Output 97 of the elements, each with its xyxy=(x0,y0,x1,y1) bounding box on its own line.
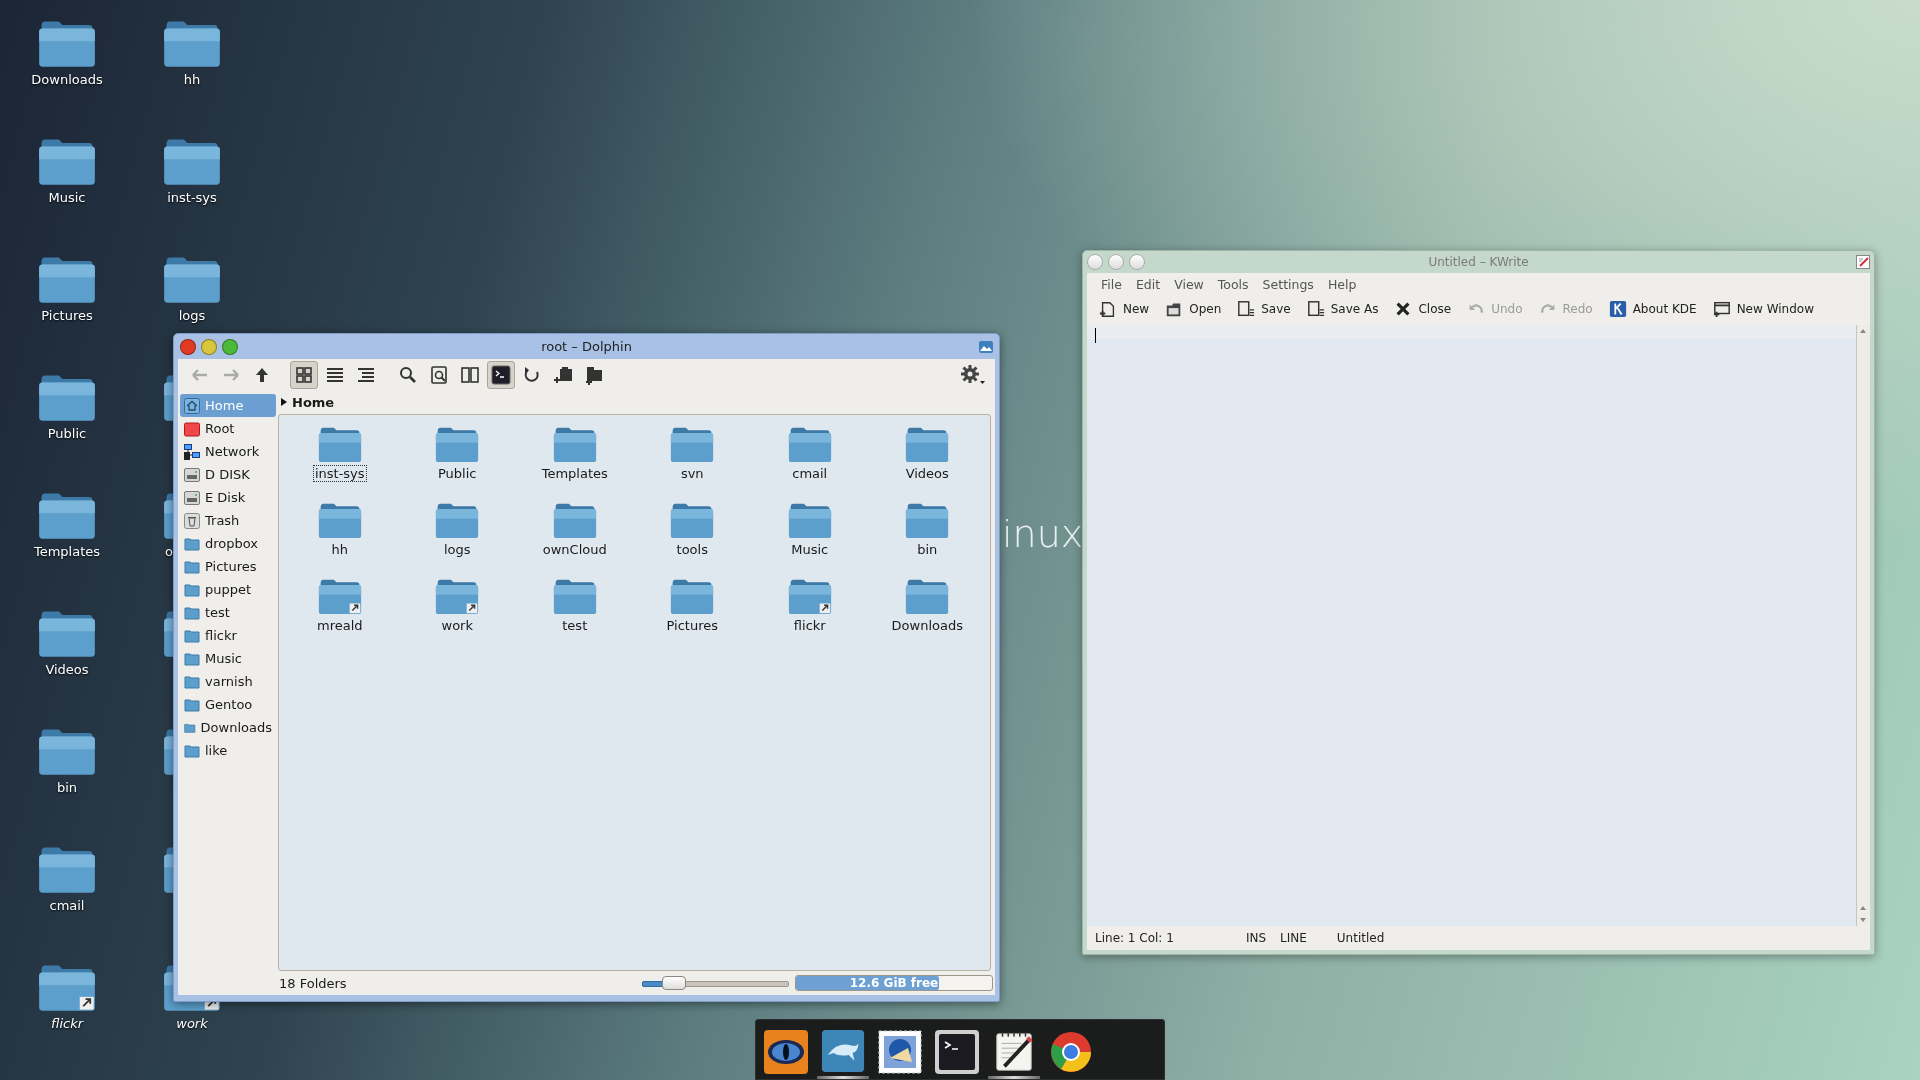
icon-label: Videos xyxy=(45,662,89,677)
icon-label: Music xyxy=(48,190,86,205)
folder-label[interactable]: tools xyxy=(674,541,710,558)
home-icon xyxy=(184,397,200,414)
sidebar-item[interactable]: test xyxy=(180,601,276,624)
sidebar-item[interactable]: Downloads xyxy=(180,716,276,739)
trash-icon xyxy=(184,512,200,529)
folder-label[interactable]: svn xyxy=(678,465,706,482)
icon-label: Templates xyxy=(33,544,101,559)
sidebar-item[interactable]: Pictures xyxy=(180,555,276,578)
icon-label: bin xyxy=(56,780,78,795)
folder-label[interactable]: cmail xyxy=(790,465,830,482)
save-icon xyxy=(1237,300,1256,318)
toolbar-button[interactable]: Save As xyxy=(1306,300,1379,318)
folder-label[interactable]: logs xyxy=(441,541,473,558)
breadcrumb[interactable]: Home xyxy=(292,394,335,410)
sidebar-item[interactable]: flickr xyxy=(180,624,276,647)
toolbar-button[interactable]: About KDE xyxy=(1608,300,1697,318)
folder-label[interactable]: Templates xyxy=(539,465,610,482)
status-text: 18 Folders xyxy=(279,975,347,991)
input-mode: INS xyxy=(1245,931,1266,945)
icon-label: work xyxy=(176,1016,208,1031)
save-as-icon xyxy=(1306,300,1325,318)
expand-arrow-icon[interactable] xyxy=(281,398,287,406)
folder-label[interactable]: Public xyxy=(436,465,479,482)
menu-item[interactable]: Tools xyxy=(1217,276,1249,292)
toolbar-button[interactable]: Save xyxy=(1237,300,1291,318)
sidebar-item[interactable]: Gentoo xyxy=(180,693,276,716)
sidebar-item[interactable]: Music xyxy=(180,647,276,670)
sidebar-item[interactable]: D DISK xyxy=(180,463,276,486)
sidebar-item[interactable]: Network xyxy=(180,440,276,463)
menu-item[interactable]: Help xyxy=(1327,276,1357,292)
sidebar-item[interactable]: dropbox xyxy=(180,532,276,555)
icon-label: Downloads xyxy=(31,72,103,87)
sidebar-item[interactable]: varnish xyxy=(180,670,276,693)
icon-label: flickr xyxy=(51,1016,83,1031)
toolbar-button[interactable]: Close xyxy=(1394,300,1452,318)
menu-item[interactable]: Settings xyxy=(1262,276,1314,292)
eye-icon[interactable] xyxy=(764,1030,808,1074)
maximize-button[interactable] xyxy=(222,338,238,355)
terminal-button[interactable] xyxy=(487,360,515,389)
folder-label[interactable]: work xyxy=(439,617,475,634)
drive-icon xyxy=(184,466,200,483)
menu-item[interactable]: View xyxy=(1174,276,1204,292)
folder-label[interactable]: Downloads xyxy=(889,617,965,634)
toolbar-button[interactable]: New Window xyxy=(1712,300,1814,318)
text-cursor xyxy=(1095,328,1096,343)
toolbar-button[interactable]: Open xyxy=(1165,300,1222,318)
sidebar-item[interactable]: Trash xyxy=(180,509,276,532)
wallpaper-text: inux xyxy=(1002,512,1084,556)
color-ring-icon[interactable] xyxy=(1049,1030,1093,1074)
icon-label: inst-sys xyxy=(167,190,217,205)
window-menu-icon[interactable] xyxy=(979,340,993,353)
folder-label[interactable]: inst-sys xyxy=(312,465,367,482)
kde-icon xyxy=(1608,300,1627,318)
close-button[interactable] xyxy=(180,338,196,355)
view-mode-button[interactable] xyxy=(290,360,318,389)
folder-label[interactable]: Pictures xyxy=(664,617,720,634)
preview-icon xyxy=(428,363,450,386)
terminal-icon xyxy=(491,364,511,385)
folder-label[interactable]: mreald xyxy=(314,617,365,634)
icon-label: o xyxy=(165,544,173,559)
sidebar-item[interactable]: Root xyxy=(180,417,276,440)
folder-label[interactable]: bin xyxy=(915,541,940,558)
folder-label[interactable]: Music xyxy=(789,541,831,558)
icon-label: hh xyxy=(183,72,201,87)
cursor-position: Line: 1 Col: 1 xyxy=(1095,931,1174,945)
folder-label[interactable]: ownCloud xyxy=(540,541,609,558)
zoom-slider[interactable] xyxy=(642,976,789,990)
new-window-icon xyxy=(1712,300,1731,318)
terminal-icon[interactable] xyxy=(935,1030,979,1074)
slider-thumb[interactable] xyxy=(662,976,687,990)
selection-mode: LINE xyxy=(1280,931,1307,945)
new-document-icon xyxy=(1099,300,1117,318)
folder-label[interactable]: Videos xyxy=(903,465,951,482)
icon-label: logs xyxy=(178,308,206,323)
toolbar-button[interactable]: New xyxy=(1099,300,1150,318)
icon-label: Public xyxy=(47,426,87,441)
sidebar-item[interactable]: puppet xyxy=(180,578,276,601)
folder-label[interactable]: hh xyxy=(329,541,350,558)
computers-icon xyxy=(184,443,200,460)
icon-label: cmail xyxy=(49,898,85,913)
stamp-icon[interactable] xyxy=(878,1030,922,1074)
drive-icon xyxy=(184,489,200,506)
menu-item[interactable]: File xyxy=(1101,276,1122,292)
dolphin-icon[interactable] xyxy=(821,1030,865,1073)
window-title: root – Dolphin xyxy=(541,339,632,354)
sidebar-item[interactable]: like xyxy=(180,739,276,762)
icon-label: Pictures xyxy=(41,308,93,323)
settings-icon xyxy=(960,363,986,386)
free-space-text: 12.6 GiB free xyxy=(849,976,939,990)
folder-label[interactable]: test xyxy=(560,617,590,634)
menu-item[interactable]: Edit xyxy=(1135,276,1161,292)
folder-label[interactable]: flickr xyxy=(791,617,828,634)
sidebar-item[interactable]: E Disk xyxy=(180,486,276,509)
window-title: Untitled – KWrite xyxy=(1428,255,1529,269)
document-name: Untitled xyxy=(1336,931,1385,945)
